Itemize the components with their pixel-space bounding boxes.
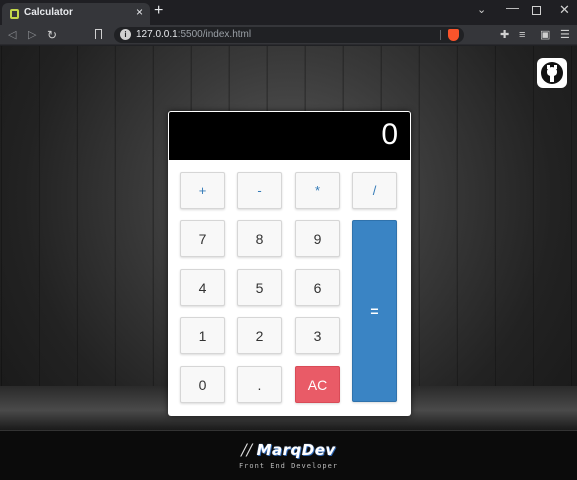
tab-favicon-icon [10, 9, 19, 19]
extensions-icon[interactable]: ✚ [500, 27, 509, 43]
reload-icon[interactable]: ↻ [47, 27, 57, 43]
url-host: 127.0.0.1 [136, 29, 178, 40]
back-icon[interactable]: ◁ [8, 27, 16, 43]
display-value: 0 [381, 118, 398, 151]
bookmark-icon[interactable] [95, 29, 102, 39]
github-icon[interactable] [537, 58, 567, 88]
url-path: :5500/index.html [177, 29, 252, 40]
footer: // MarqDev Front End Developer [0, 430, 577, 480]
wallet-icon[interactable]: ▣ [540, 27, 550, 43]
digit-7-button[interactable]: 7 [180, 220, 225, 257]
minimize-button[interactable]: — [506, 0, 519, 16]
browser-tab-bar: Calculator × + ⌄ — ✕ [0, 0, 577, 25]
brand-prefix: // [241, 440, 253, 459]
github-logo-tail [550, 75, 554, 82]
digit-1-button[interactable]: 1 [180, 317, 225, 354]
digit-6-button[interactable]: 6 [295, 269, 340, 306]
decimal-button[interactable]: . [237, 366, 282, 403]
digit-5-button[interactable]: 5 [237, 269, 282, 306]
tab-search-icon[interactable]: ⌄ [477, 2, 486, 18]
address-bar[interactable]: i 127.0.0.1:5500/index.html [114, 27, 464, 43]
browser-toolbar: ◁ ▷ ↻ i 127.0.0.1:5500/index.html ✚ ≡ ▣ … [0, 25, 577, 45]
brand-name: MarqDev [256, 441, 336, 459]
page-background: 0 + - * / 7 8 9 4 5 6 1 2 3 0 . AC = // … [0, 46, 577, 480]
calculator-display: 0 [169, 112, 410, 160]
site-info-icon[interactable]: i [120, 29, 131, 40]
digit-8-button[interactable]: 8 [237, 220, 282, 257]
brave-shields-icon[interactable] [448, 29, 459, 41]
plus-button[interactable]: + [180, 172, 225, 209]
multiply-button[interactable]: * [295, 172, 340, 209]
url-text: 127.0.0.1:5500/index.html [136, 29, 251, 40]
new-tab-button[interactable]: + [154, 2, 163, 20]
browser-tab[interactable]: Calculator × [2, 3, 150, 25]
digit-2-button[interactable]: 2 [237, 317, 282, 354]
minus-button[interactable]: - [237, 172, 282, 209]
tab-title: Calculator [24, 7, 73, 18]
brand-subtitle: Front End Developer [238, 462, 339, 470]
digit-9-button[interactable]: 9 [295, 220, 340, 257]
divide-button[interactable]: / [352, 172, 397, 209]
digit-4-button[interactable]: 4 [180, 269, 225, 306]
close-window-button[interactable]: ✕ [559, 2, 570, 18]
digit-3-button[interactable]: 3 [295, 317, 340, 354]
tab-close-icon[interactable]: × [136, 5, 143, 19]
playlist-icon[interactable]: ≡ [519, 27, 525, 43]
forward-icon[interactable]: ▷ [28, 27, 36, 43]
equals-button[interactable]: = [352, 220, 397, 402]
github-logo-circle [541, 62, 563, 84]
clear-button[interactable]: AC [295, 366, 340, 403]
menu-icon[interactable]: ☰ [560, 27, 570, 43]
maximize-button[interactable] [532, 6, 541, 15]
brand-logo: // MarqDev [0, 440, 577, 460]
address-bar-divider [440, 30, 441, 40]
digit-0-button[interactable]: 0 [180, 366, 225, 403]
calculator: 0 + - * / 7 8 9 4 5 6 1 2 3 0 . AC = [168, 111, 411, 416]
